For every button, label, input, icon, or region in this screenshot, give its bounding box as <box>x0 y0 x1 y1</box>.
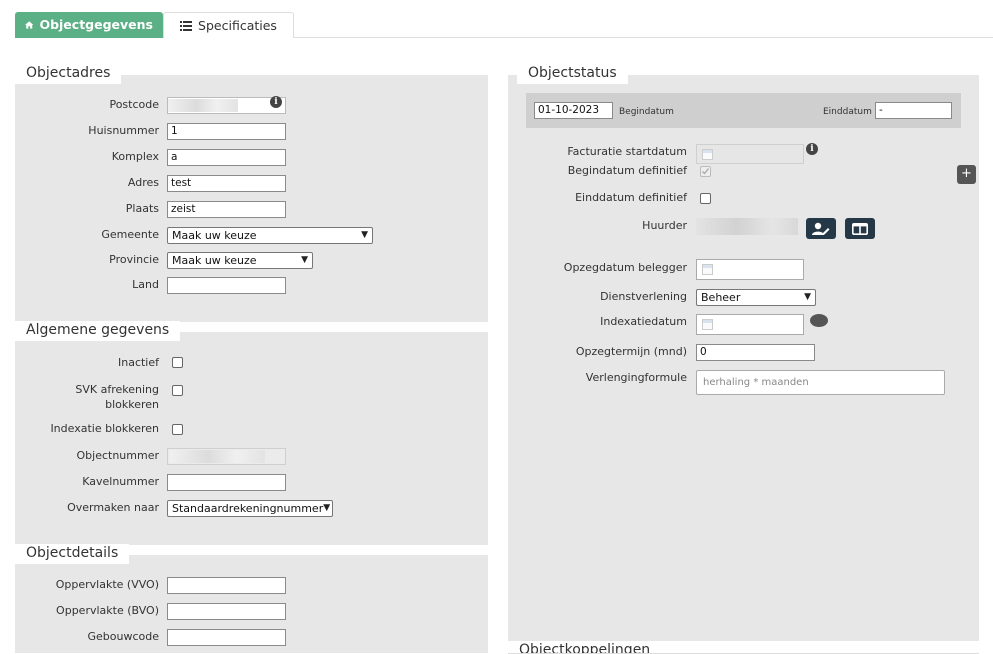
columns-icon <box>852 222 868 235</box>
einddatum-label: Einddatum <box>823 107 872 117</box>
add-button[interactable]: + <box>957 165 976 184</box>
objectdetails-title: Objectdetails <box>15 544 130 564</box>
indexatie-blokkeren-label: Indexatie blokkeren <box>50 422 159 435</box>
chevron-down-icon: ▼ <box>804 292 811 302</box>
edit-tenant-button[interactable] <box>806 218 836 239</box>
begindatum-field[interactable]: 01-10-2023 <box>534 102 613 119</box>
dienstverlening-value: Beheer <box>701 291 741 304</box>
indexatiedatum-field[interactable] <box>696 314 804 335</box>
postcode-field[interactable] <box>167 97 286 114</box>
home-icon <box>25 21 34 29</box>
dienstverlening-select[interactable]: Beheer ▼ <box>696 289 816 306</box>
land-field[interactable] <box>167 277 286 294</box>
objectadres-title: Objectadres <box>15 64 122 84</box>
facturatie-label: Facturatie startdatum <box>567 145 687 158</box>
kavelnummer-label: Kavelnummer <box>82 475 159 488</box>
svk-label-line2: blokkeren <box>105 398 159 411</box>
einddatum-field[interactable]: - <box>875 102 952 119</box>
einddatum-definitief-checkbox[interactable] <box>700 193 711 204</box>
dienstverlening-label: Dienstverlening <box>600 290 687 303</box>
calendar-icon <box>702 264 713 275</box>
objectstatus-title: Objectstatus <box>517 64 628 84</box>
tab-objectgegevens[interactable]: Objectgegevens <box>15 12 163 38</box>
gemeente-value: Maak uw keuze <box>172 229 257 242</box>
svk-checkbox[interactable] <box>172 385 183 396</box>
facturatie-field <box>696 144 804 164</box>
gebouwcode-label: Gebouwcode <box>87 630 160 643</box>
calendar-icon <box>702 149 713 160</box>
provincie-select[interactable]: Maak uw keuze ▼ <box>167 252 313 269</box>
plaats-label: Plaats <box>125 202 159 215</box>
chevron-down-icon: ▼ <box>301 255 308 265</box>
komplex-label: Komplex <box>111 150 159 163</box>
opzegtermijn-label: Opzegtermijn (mnd) <box>575 345 687 358</box>
inactief-label: Inactief <box>117 356 159 369</box>
list-icon <box>180 20 193 31</box>
begindatum-definitief-checkbox <box>700 166 711 177</box>
overmaken-label: Overmaken naar <box>67 501 159 514</box>
bvo-field[interactable] <box>167 603 286 620</box>
tab-specificaties-label: Specificaties <box>198 17 277 33</box>
huurder-redacted <box>696 218 798 235</box>
tab-specificaties[interactable]: Specificaties <box>163 12 294 38</box>
inactief-checkbox[interactable] <box>172 357 183 368</box>
begindatum-definitief-label: Begindatum definitief <box>567 164 687 177</box>
land-label: Land <box>132 278 159 291</box>
indexatie-blokkeren-checkbox[interactable] <box>172 424 183 435</box>
tab-bar: Objectgegevens Specificaties <box>15 11 993 38</box>
einddatum-definitief-label: Einddatum definitief <box>575 191 687 204</box>
objectnummer-field <box>167 448 286 465</box>
add-button-label: + <box>961 166 972 181</box>
indexatiedatum-label: Indexatiedatum <box>600 315 687 328</box>
huisnummer-field[interactable]: 1 <box>167 123 286 140</box>
indexatie-status-indicator[interactable] <box>810 314 828 327</box>
bvo-label: Oppervlakte (BVO) <box>56 604 159 617</box>
checkmark-icon <box>702 168 710 175</box>
info-icon[interactable]: i <box>806 143 818 155</box>
tab-objectgegevens-label: Objectgegevens <box>39 17 153 32</box>
postcode-redacted <box>168 99 238 112</box>
chevron-down-icon: ▼ <box>323 503 331 513</box>
overmaken-select[interactable]: Standaardrekeningnummer ▼ <box>167 500 333 517</box>
algemene-title: Algemene gegevens <box>15 321 181 341</box>
gebouwcode-field[interactable] <box>167 629 286 646</box>
opzegdatum-field[interactable] <box>696 259 804 280</box>
verlengingformule-label: Verlengingformule <box>585 371 687 384</box>
objectkoppelingen-title: Objectkoppelingen <box>508 641 662 653</box>
svk-label-line1: SVK afrekening <box>75 383 159 396</box>
vvo-field[interactable] <box>167 577 286 594</box>
provincie-value: Maak uw keuze <box>172 254 257 267</box>
huisnummer-label: Huisnummer <box>88 124 159 137</box>
postcode-label: Postcode <box>109 98 159 111</box>
objectnummer-redacted <box>170 450 265 463</box>
user-edit-icon <box>812 222 830 235</box>
begindatum-label: Begindatum <box>619 107 674 117</box>
kavelnummer-field[interactable] <box>167 474 286 491</box>
adres-field[interactable]: test <box>167 175 286 192</box>
opzegdatum-label: Opzegdatum belegger <box>563 261 687 274</box>
vvo-label: Oppervlakte (VVO) <box>55 578 159 591</box>
columns-button[interactable] <box>845 218 875 239</box>
info-icon[interactable]: i <box>270 96 282 108</box>
komplex-field[interactable]: a <box>167 149 286 166</box>
gemeente-select[interactable]: Maak uw keuze ▼ <box>167 227 373 244</box>
overmaken-value: Standaardrekeningnummer <box>172 502 324 515</box>
huurder-label: Huurder <box>642 219 687 232</box>
adres-label: Adres <box>127 176 159 189</box>
plaats-field[interactable]: zeist <box>167 201 286 218</box>
calendar-icon <box>702 319 713 330</box>
verlengingformule-placeholder: herhaling * maanden <box>703 377 809 388</box>
opzegtermijn-field[interactable]: 0 <box>696 344 815 361</box>
chevron-down-icon: ▼ <box>361 230 368 240</box>
gemeente-label: Gemeente <box>101 228 159 241</box>
objectnummer-label: Objectnummer <box>76 449 160 462</box>
verlengingformule-field[interactable]: herhaling * maanden <box>696 370 945 395</box>
provincie-label: Provincie <box>109 253 159 266</box>
